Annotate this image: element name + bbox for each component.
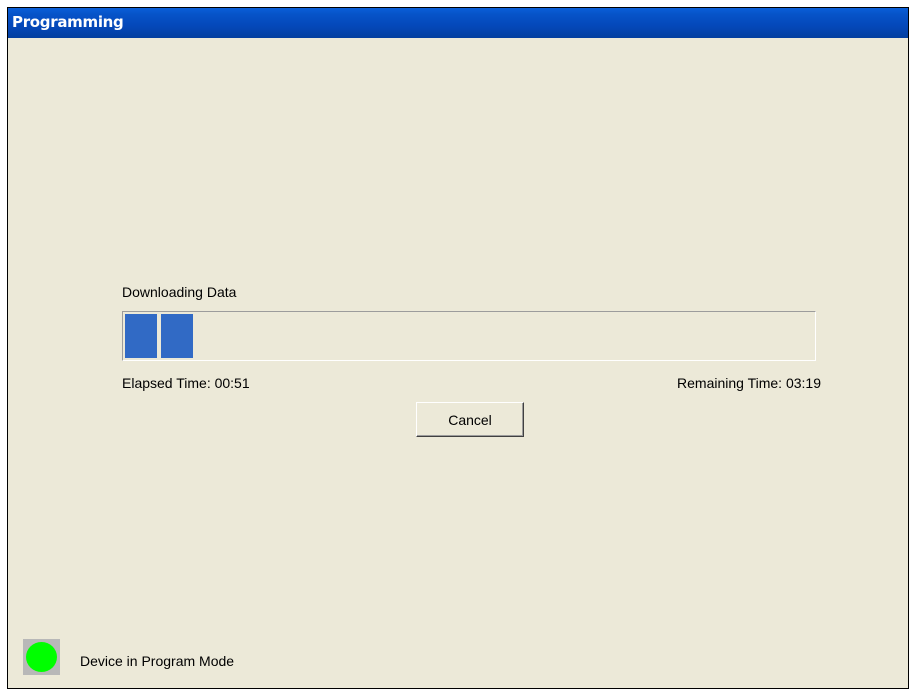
progress-status-label: Downloading Data [122, 284, 237, 300]
status-led-icon [26, 642, 57, 672]
progress-bar-chunks [125, 314, 194, 358]
title-bar[interactable]: Programming [8, 8, 908, 38]
progress-bar [122, 311, 816, 361]
window-title: Programming [12, 13, 124, 31]
remaining-time-label: Remaining Time: 03:19 [677, 375, 821, 391]
cancel-button[interactable]: Cancel [416, 402, 524, 437]
device-mode-label: Device in Program Mode [80, 653, 235, 669]
status-indicator [23, 639, 60, 675]
programming-dialog: Programming Downloading Data Elapsed Tim… [7, 7, 909, 689]
elapsed-time-label: Elapsed Time: 00:51 [122, 375, 250, 391]
progress-bar-fill [125, 314, 194, 358]
